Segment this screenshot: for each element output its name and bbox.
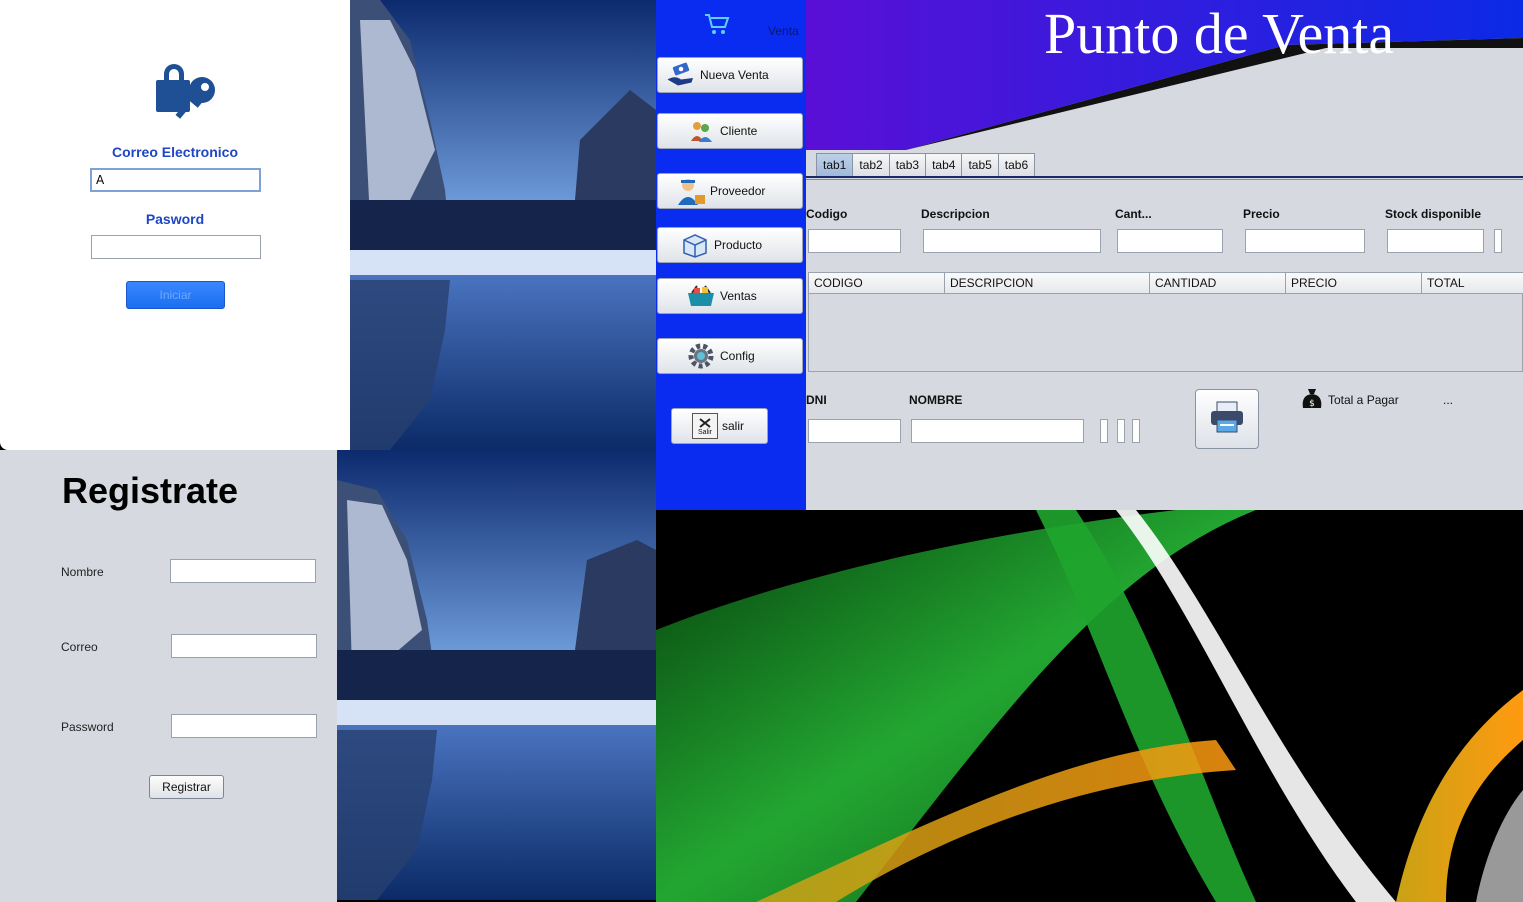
register-password-field[interactable] (171, 714, 317, 738)
stock-label: Stock disponible (1385, 207, 1482, 221)
sidebar-item-ventas[interactable]: Ventas (657, 278, 803, 314)
hidden-field-2[interactable] (1117, 419, 1125, 443)
sidebar-item-label: Cliente (720, 124, 758, 138)
tab-3[interactable]: tab3 (888, 153, 927, 177)
gear-icon (686, 341, 716, 371)
sidebar-item-producto[interactable]: Producto (657, 227, 803, 263)
money-bag-icon: $ (1299, 386, 1325, 416)
register-email-field[interactable] (171, 634, 317, 658)
register-title: Registrate (62, 470, 239, 511)
exit-button[interactable]: Salir salir (671, 408, 768, 444)
dni-input[interactable] (808, 419, 901, 443)
sidebar-item-cliente[interactable]: Cliente (657, 113, 803, 149)
tab-4[interactable]: tab4 (925, 153, 963, 177)
name-label: Nombre (61, 565, 104, 579)
cart-icon (704, 12, 730, 40)
clients-icon (686, 116, 716, 146)
tab-1[interactable]: tab1 (816, 153, 854, 177)
table-header-total[interactable]: TOTAL (1422, 273, 1523, 294)
cantidad-label: Cant... (1115, 207, 1152, 221)
register-button[interactable]: Registrar (149, 775, 224, 799)
register-password-label: Password (61, 720, 114, 734)
hidden-field-1[interactable] (1100, 419, 1108, 443)
stock-input[interactable] (1387, 229, 1484, 253)
svg-text:$: $ (1309, 399, 1315, 409)
precio-input[interactable] (1245, 229, 1365, 253)
codigo-input[interactable] (808, 229, 901, 253)
login-button[interactable]: Iniciar (126, 281, 225, 309)
table-header-descripcion[interactable]: DESCRIPCION (945, 273, 1150, 294)
email-field[interactable] (90, 168, 261, 192)
table-header-cantidad[interactable]: CANTIDAD (1150, 273, 1286, 294)
nombre-label: NOMBRE (909, 393, 963, 407)
lock-key-icon (152, 56, 222, 122)
dni-label: DNI (806, 393, 827, 407)
sale-icon (666, 60, 696, 90)
sidebar-item-label: Ventas (720, 289, 757, 303)
sidebar-header-label: Venta (768, 24, 799, 38)
page-title: Punto de Venta (1044, 1, 1395, 66)
banner: Punto de Venta (806, 0, 1523, 150)
cantidad-input[interactable] (1117, 229, 1223, 253)
sidebar-item-label: Nueva Venta (700, 68, 769, 82)
nombre-input[interactable] (911, 419, 1084, 443)
print-button[interactable] (1195, 389, 1259, 449)
precio-label: Precio (1243, 207, 1280, 221)
codigo-label: Codigo (806, 207, 848, 221)
desktop-wallpaper (656, 510, 1523, 902)
register-window: Registrate Nombre Correo Password Regist… (0, 450, 337, 902)
tab-2[interactable]: tab2 (852, 153, 890, 177)
email-label: Correo Electronico (111, 144, 239, 160)
descripcion-label: Descripcion (921, 207, 990, 221)
product-box-icon (680, 230, 710, 260)
tab-bar: tab1 tab2 tab3 tab4 tab5 tab6 (816, 153, 1036, 177)
hidden-field-3[interactable] (1132, 419, 1140, 443)
supplier-icon (676, 176, 706, 206)
sidebar-item-config[interactable]: Config (657, 338, 803, 374)
register-email-label: Correo (61, 640, 98, 654)
sidebar-item-label: Producto (714, 238, 763, 252)
sidebar-item-label: Config (720, 349, 755, 363)
tab-divider (806, 176, 1523, 180)
total-value: ... (1443, 393, 1454, 407)
sidebar-item-proveedor[interactable]: Proveedor (657, 173, 803, 209)
total-label: Total a Pagar (1328, 393, 1399, 407)
basket-icon (686, 281, 716, 311)
login-window: Correo Electronico Pasword Iniciar (0, 0, 350, 450)
password-field[interactable] (91, 235, 261, 259)
tab-6[interactable]: tab6 (997, 153, 1036, 177)
descripcion-input[interactable] (923, 229, 1101, 253)
sidebar: Venta Nueva Venta Cliente Proveedor Prod… (656, 0, 806, 510)
tab-5[interactable]: tab5 (961, 153, 999, 177)
printer-icon (1209, 400, 1245, 438)
landscape-image (350, 0, 656, 450)
sidebar-item-label: Proveedor (710, 184, 766, 198)
name-field[interactable] (170, 559, 316, 583)
password-label: Pasword (145, 211, 205, 227)
exit-icon: Salir (692, 413, 718, 439)
table-header-codigo[interactable]: CODIGO (809, 273, 945, 294)
pos-window: Venta Nueva Venta Cliente Proveedor Prod… (656, 0, 1523, 510)
table-header-precio[interactable]: PRECIO (1286, 273, 1422, 294)
exit-label: salir (722, 419, 745, 433)
sidebar-item-nueva-venta[interactable]: Nueva Venta (657, 57, 803, 93)
landscape-image-2 (337, 450, 656, 900)
sales-table: CODIGO DESCRIPCION CANTIDAD PRECIO TOTAL (808, 272, 1523, 372)
hidden-id-field[interactable] (1494, 229, 1502, 253)
